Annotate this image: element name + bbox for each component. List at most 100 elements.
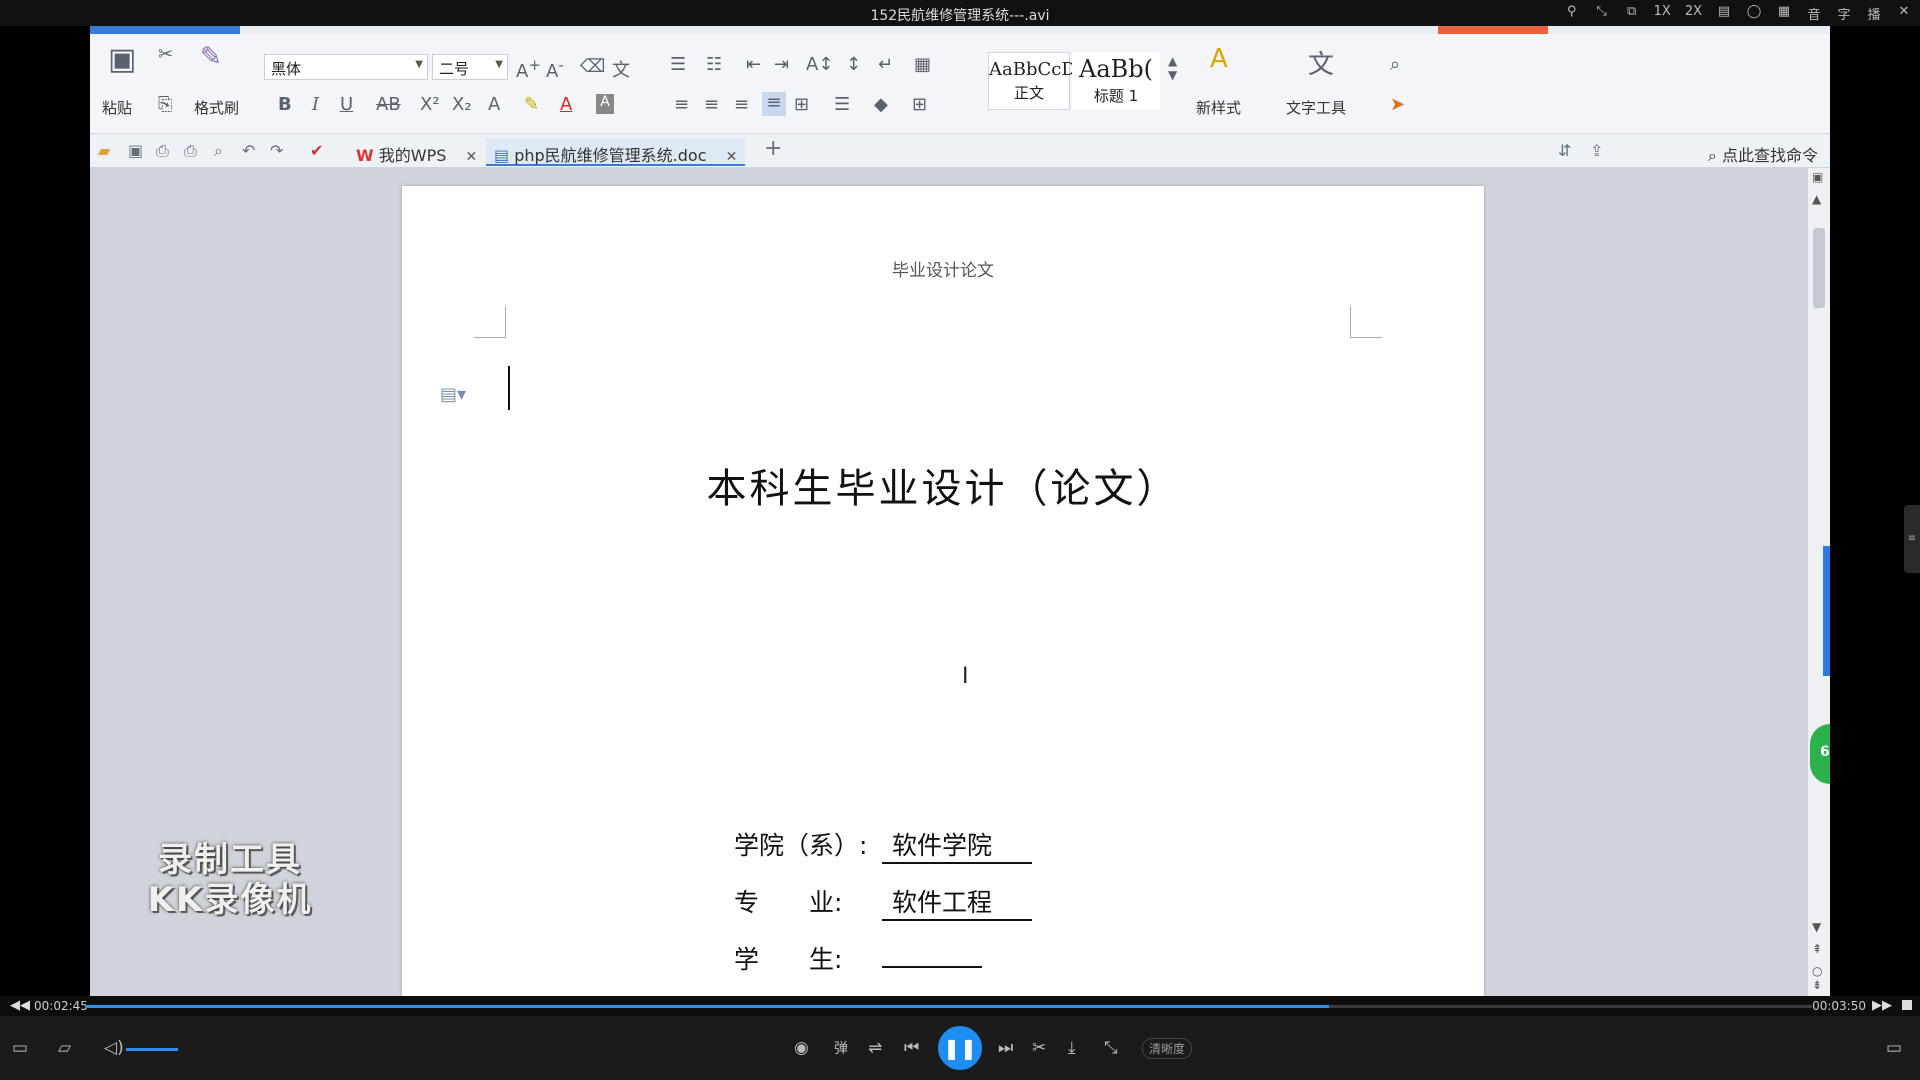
quality-button[interactable]: 清晰度: [1142, 1038, 1193, 1059]
font-size-select[interactable]: 二号 ▼: [432, 54, 508, 80]
next-page-icon[interactable]: ⇟: [1812, 978, 1822, 992]
download-icon[interactable]: ⤓: [1068, 1038, 1076, 1058]
save-icon[interactable]: ▣: [128, 141, 143, 160]
clear-format-icon[interactable]: ⌫: [580, 56, 605, 77]
paste-options-icon[interactable]: ▤▾: [440, 384, 466, 405]
font-name-select[interactable]: 黑体 ▼: [264, 54, 428, 80]
shrink-icon[interactable]: ⤡: [1104, 1038, 1118, 1058]
minimize-icon[interactable]: ⤡: [1594, 4, 1610, 23]
scrollbar-thumb[interactable]: [1813, 228, 1825, 308]
paste-label[interactable]: 粘贴: [102, 97, 132, 118]
speed-2x-button[interactable]: 2X: [1685, 4, 1702, 23]
redo-icon[interactable]: ↷: [270, 141, 283, 160]
print-icon[interactable]: ⎙: [184, 141, 197, 161]
rewind-icon[interactable]: ◀◀: [10, 998, 30, 1013]
style-normal[interactable]: AaBbCcD 正文: [988, 52, 1076, 110]
wps-menu-button[interactable]: [90, 26, 240, 34]
char-spacing-icon[interactable]: A↕: [806, 54, 833, 75]
italic-icon[interactable]: I: [312, 94, 319, 115]
increase-indent-icon[interactable]: ⇥: [774, 54, 789, 75]
select-icon[interactable]: ➤: [1390, 94, 1405, 115]
decrease-indent-icon[interactable]: ⇤: [746, 54, 761, 75]
open-file-icon[interactable]: ▱: [58, 1038, 71, 1058]
align-right-icon[interactable]: ≡: [734, 94, 749, 115]
light-icon[interactable]: ◯: [1746, 4, 1762, 23]
align-center-icon[interactable]: ≡: [704, 94, 719, 115]
audio-button[interactable]: 音: [1806, 4, 1822, 23]
strikethrough-icon[interactable]: AB: [376, 94, 401, 115]
numbering-icon[interactable]: ☷: [706, 54, 722, 75]
subscript-icon[interactable]: X₂: [452, 94, 472, 115]
phonetic-icon[interactable]: 文: [612, 56, 630, 82]
scroll-down-icon[interactable]: ▼: [1812, 920, 1821, 934]
share-icon[interactable]: ⇪: [1590, 141, 1603, 160]
new-style-label[interactable]: 新样式: [1196, 97, 1241, 118]
distribute-icon[interactable]: ⊞: [794, 94, 809, 115]
cut-clip-icon[interactable]: ✂: [1032, 1038, 1046, 1058]
shading-icon[interactable]: ◆: [874, 94, 888, 115]
paste-icon[interactable]: ▣: [108, 42, 136, 77]
font-color-icon[interactable]: A: [560, 94, 572, 115]
fast-forward-icon[interactable]: ▶▶: [1872, 998, 1892, 1013]
line-spacing-icon[interactable]: ☰: [834, 94, 850, 115]
floating-badge[interactable]: 67: [1810, 724, 1830, 784]
document-page[interactable]: 毕业设计论文 ▤▾ 本科生毕业设计（论文） I 学院（系）: 软件学院 专 业:…: [402, 186, 1484, 996]
volume-slider[interactable]: [126, 1048, 178, 1051]
new-style-icon[interactable]: A: [1210, 44, 1228, 74]
open-folder-icon[interactable]: ▰: [98, 141, 110, 160]
playlist-icon[interactable]: ▤: [1716, 4, 1732, 23]
settings-icon[interactable]: ⇌: [868, 1038, 882, 1058]
shrink-font-icon[interactable]: A-: [546, 56, 564, 82]
pin-icon[interactable]: ⚲: [1564, 4, 1580, 23]
styles-scroll-icon[interactable]: ▲ ▼: [1168, 54, 1177, 82]
align-left-icon[interactable]: ≡: [674, 94, 689, 115]
previous-icon[interactable]: ⏮: [904, 1038, 919, 1058]
search-command[interactable]: ⌕ 点此查找命令: [1708, 142, 1818, 166]
borders-icon[interactable]: ⊞: [912, 94, 927, 115]
pause-button[interactable]: ❚❚: [938, 1026, 982, 1070]
find-replace-icon[interactable]: ⌕: [1390, 54, 1400, 75]
undo-icon[interactable]: ↶: [242, 141, 255, 160]
close-icon[interactable]: ✕: [726, 149, 738, 165]
underline-icon[interactable]: U: [340, 94, 353, 115]
sync-icon[interactable]: ⇵: [1558, 141, 1571, 160]
speed-1x-button[interactable]: 1X: [1654, 4, 1671, 23]
view-icon[interactable]: ◉: [794, 1038, 809, 1058]
tab-my-wps[interactable]: W 我的WPS ✕: [348, 138, 485, 166]
sort-icon[interactable]: ↕: [846, 54, 861, 75]
text-tools-icon[interactable]: 文: [1308, 44, 1334, 81]
format-painter-label[interactable]: 格式刷: [194, 97, 239, 118]
select-browse-icon[interactable]: ○: [1812, 964, 1822, 978]
copy-icon[interactable]: ⎘: [158, 94, 172, 115]
cut-icon[interactable]: ✂: [158, 44, 173, 65]
format-painter-icon[interactable]: ✎: [200, 42, 222, 72]
next-icon[interactable]: ⏭: [998, 1038, 1013, 1058]
tab-document[interactable]: ▤ php民航维修管理系统.doc ✕: [486, 138, 746, 166]
new-tab-icon[interactable]: +: [764, 136, 782, 161]
bullets-icon[interactable]: ☰: [670, 54, 686, 75]
grow-font-icon[interactable]: A+: [516, 56, 541, 82]
split-icon[interactable]: ▣: [1812, 170, 1823, 184]
subtitle-button[interactable]: 字: [1836, 4, 1852, 23]
customize-icon[interactable]: ✔: [310, 141, 323, 160]
prev-page-icon[interactable]: ⇞: [1812, 942, 1822, 956]
side-panel-toggle[interactable]: [1823, 546, 1830, 676]
library-icon[interactable]: ▭: [12, 1038, 28, 1058]
close-icon[interactable]: ✕: [465, 149, 477, 165]
stop-icon[interactable]: [1902, 1000, 1912, 1010]
print-preview-icon[interactable]: ⌕: [214, 141, 223, 161]
bold-icon[interactable]: B: [278, 94, 292, 115]
char-shading-icon[interactable]: A: [596, 94, 614, 114]
danmaku-icon[interactable]: 弹: [834, 1038, 848, 1058]
text-tools-label[interactable]: 文字工具: [1286, 97, 1346, 118]
style-heading1[interactable]: AaBb( 标题 1: [1072, 52, 1160, 110]
justify-icon[interactable]: ≡: [762, 92, 786, 116]
side-handle[interactable]: ≡: [1904, 505, 1920, 573]
popout-icon[interactable]: ⧉: [1624, 4, 1640, 23]
superscript-icon[interactable]: X²: [420, 94, 440, 115]
play-menu-button[interactable]: 播: [1866, 4, 1882, 23]
text-effect-icon[interactable]: A: [488, 94, 500, 115]
table-icon[interactable]: ▦: [914, 54, 931, 75]
volume-icon[interactable]: ◁): [104, 1038, 124, 1058]
scroll-up-icon[interactable]: ▲: [1812, 192, 1821, 206]
